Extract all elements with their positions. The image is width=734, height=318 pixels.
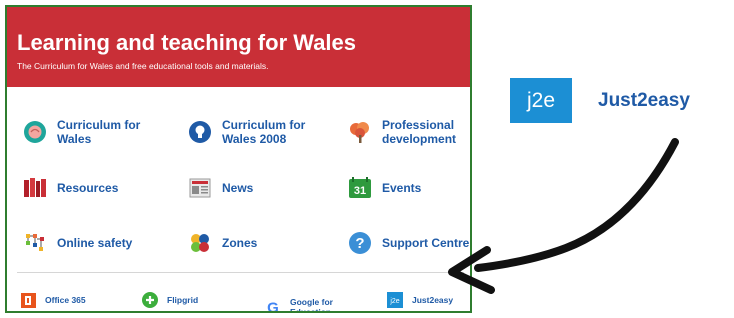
arrow-annotation <box>448 138 679 294</box>
